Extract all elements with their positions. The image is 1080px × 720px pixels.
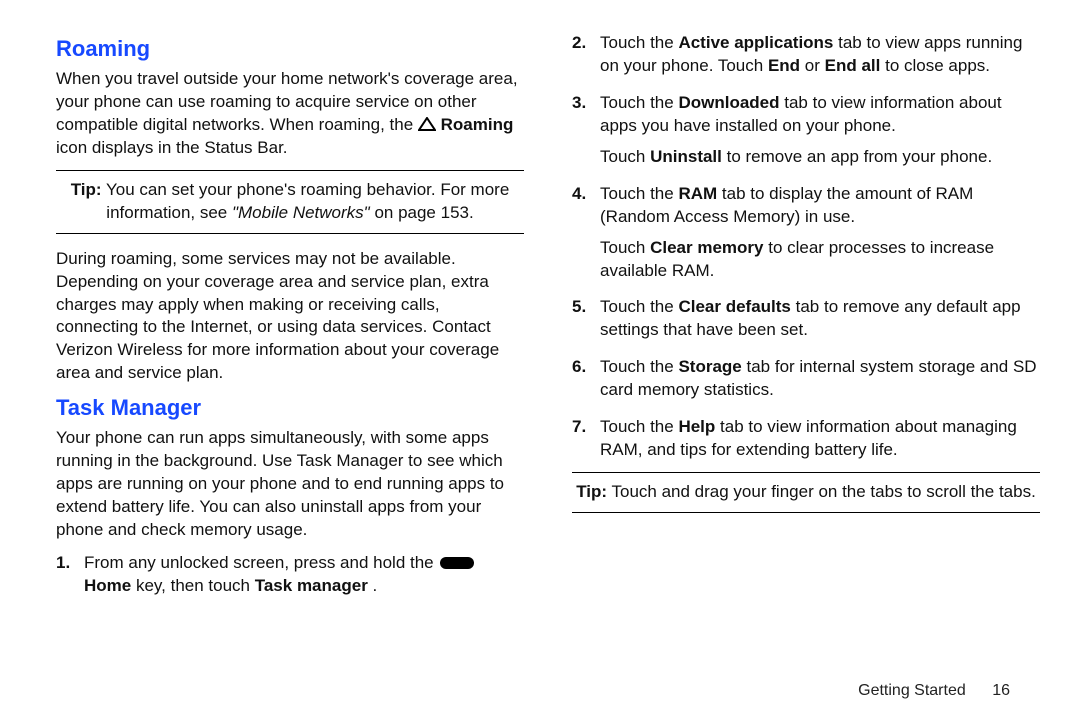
roaming-para-1: When you travel outside your home networ…	[56, 68, 524, 160]
task-manager-heading: Task Manager	[56, 395, 524, 421]
task-manager-intro: Your phone can run apps simultaneously, …	[56, 427, 524, 542]
tip-label: Tip:	[576, 482, 607, 501]
scroll-tabs-tip-box: Tip: Touch and drag your finger on the t…	[572, 472, 1040, 513]
footer-section: Getting Started	[858, 682, 966, 699]
active-applications-label: Active applications	[678, 33, 833, 52]
text: Touch the	[600, 93, 678, 112]
clear-defaults-label: Clear defaults	[678, 297, 790, 316]
storage-label: Storage	[678, 357, 741, 376]
step-3: Touch the Downloaded tab to view informa…	[572, 92, 1040, 169]
tip-label: Tip:	[71, 180, 102, 199]
text: to remove an app from your phone.	[727, 147, 993, 166]
step-1: From any unlocked screen, press and hold…	[56, 552, 524, 598]
downloaded-label: Downloaded	[678, 93, 779, 112]
text: Touch the	[600, 357, 678, 376]
text: on page 153.	[374, 203, 473, 222]
end-all-label: End all	[825, 56, 881, 75]
text: Touch	[600, 147, 650, 166]
roaming-para-2: During roaming, some services may not be…	[56, 248, 524, 386]
step-4: Touch the RAM tab to display the amount …	[572, 183, 1040, 283]
text: Touch the	[600, 184, 678, 203]
ram-label: RAM	[678, 184, 717, 203]
mobile-networks-reference: "Mobile Networks"	[232, 203, 370, 222]
step-4-sub: Touch Clear memory to clear processes to…	[600, 237, 1040, 283]
page-body: Roaming When you travel outside your hom…	[0, 0, 1080, 640]
step-3-sub: Touch Uninstall to remove an app from yo…	[600, 146, 1040, 169]
roaming-label-bold: Roaming	[441, 115, 514, 134]
end-label: End	[768, 56, 800, 75]
roaming-heading: Roaming	[56, 36, 524, 62]
text: to close apps.	[885, 56, 990, 75]
clear-memory-label: Clear memory	[650, 238, 763, 257]
home-key-label: Home	[84, 576, 131, 595]
footer-page-number: 16	[992, 682, 1010, 699]
step-6: Touch the Storage tab for internal syste…	[572, 356, 1040, 402]
step-7: Touch the Help tab to view information a…	[572, 416, 1040, 462]
roaming-icon	[418, 117, 436, 131]
text: Touch the	[600, 417, 678, 436]
text: .	[373, 576, 378, 595]
step-5: Touch the Clear defaults tab to remove a…	[572, 296, 1040, 342]
step-2: Touch the Active applications tab to vie…	[572, 32, 1040, 78]
home-key-icon	[440, 557, 474, 569]
help-label: Help	[678, 417, 715, 436]
text: Touch the	[600, 297, 678, 316]
text: From any unlocked screen, press and hold…	[84, 553, 438, 572]
text: Touch the	[600, 33, 678, 52]
text: icon displays in the Status Bar.	[56, 138, 288, 157]
uninstall-label: Uninstall	[650, 147, 722, 166]
task-manager-label: Task manager	[255, 576, 368, 595]
roaming-tip-box: Tip: You can set your phone's roaming be…	[56, 170, 524, 234]
text: or	[805, 56, 825, 75]
text: Touch and drag your finger on the tabs t…	[611, 482, 1035, 501]
page-footer: Getting Started 16	[858, 682, 1010, 700]
text: key, then touch	[136, 576, 255, 595]
text: Touch	[600, 238, 650, 257]
